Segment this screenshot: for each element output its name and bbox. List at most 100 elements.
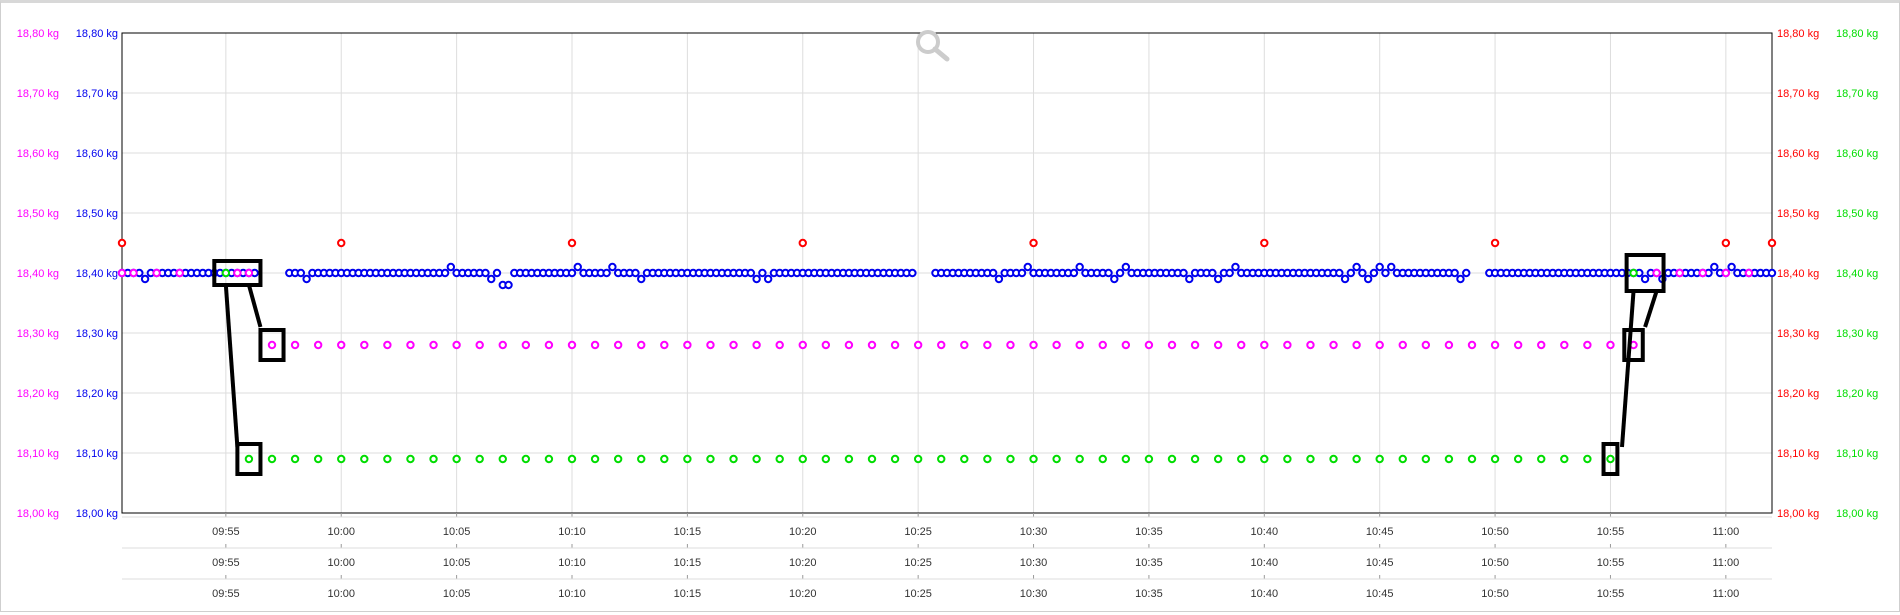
data-point (706, 454, 715, 464)
annotation-line (246, 284, 263, 328)
data-point (1606, 454, 1615, 464)
data-point (117, 238, 127, 248)
data-point (988, 268, 998, 278)
data-point (613, 454, 623, 464)
x-tick-label: 10:40 (1251, 557, 1279, 569)
data-point (913, 340, 923, 350)
y-tick-label: 18,10 kg (76, 448, 118, 460)
data-point (337, 340, 346, 350)
y-tick-label: 18,60 kg (76, 148, 118, 160)
data-point (1450, 268, 1459, 278)
data-point (1283, 340, 1292, 350)
data-point (446, 262, 456, 272)
data-point (1075, 262, 1084, 272)
y-tick-label: 18,80 kg (1836, 28, 1878, 40)
data-point (1283, 454, 1292, 464)
data-point (631, 268, 640, 278)
data-point (1490, 454, 1500, 464)
data-point (890, 340, 900, 350)
data-point (290, 340, 300, 350)
annotation-line (1620, 290, 1636, 448)
data-point (1462, 268, 1471, 278)
x-tick-label: 10:10 (558, 526, 586, 538)
x-tick-label: 10:30 (1020, 557, 1048, 569)
data-point (1537, 340, 1546, 350)
magnifier-icon[interactable] (916, 30, 950, 62)
x-tick-label: 09:55 (212, 526, 240, 538)
y-tick-label: 18,20 kg (1777, 388, 1819, 400)
x-tick-label: 10:20 (789, 557, 817, 569)
data-point (1335, 268, 1344, 278)
data-point (1444, 340, 1454, 350)
data-point (360, 454, 369, 464)
data-point (1398, 454, 1407, 464)
data-point (1387, 262, 1396, 272)
data-point (521, 340, 531, 350)
data-point (983, 340, 992, 350)
y-tick-label: 18,50 kg (1836, 208, 1878, 220)
weight-chart: 18,00 kg 18,00 kg 18,00 kg 18,00 kg 18,10 kg… (17, 28, 1878, 600)
data-point (908, 268, 917, 278)
data-point (1329, 340, 1338, 350)
data-point (602, 268, 611, 278)
data-point (763, 274, 773, 284)
data-point (1069, 268, 1079, 278)
data-point (1110, 274, 1119, 284)
y-tick-label: 18,30 kg (1777, 328, 1819, 340)
data-point (1306, 454, 1315, 464)
data-point (1167, 340, 1177, 350)
data-point (429, 454, 438, 464)
data-point (844, 454, 854, 464)
y-tick-label: 18,10 kg (1777, 448, 1819, 460)
data-point (960, 454, 969, 464)
y-tick-label: 18,30 kg (17, 328, 59, 340)
data-point (1185, 274, 1194, 284)
data-point (729, 454, 738, 464)
data-point (567, 268, 577, 278)
x-tick-label: 10:50 (1481, 526, 1509, 538)
data-point (1352, 340, 1361, 350)
data-point (1006, 340, 1015, 350)
data-point (1121, 454, 1131, 464)
data-point (567, 340, 577, 350)
data-point (360, 340, 369, 350)
data-point (1121, 262, 1131, 272)
data-point (1029, 454, 1038, 464)
data-point (1346, 268, 1356, 278)
data-point (1237, 340, 1246, 350)
data-point (1352, 454, 1361, 464)
x-tick-label: 10:55 (1597, 588, 1625, 600)
x-tick-label: 10:25 (904, 588, 932, 600)
data-point (1640, 274, 1650, 284)
data-point (752, 274, 761, 284)
x-tick-label: 10:30 (1020, 588, 1048, 600)
data-point (1421, 454, 1431, 464)
data-point (1029, 340, 1038, 350)
x-tick-label: 10:40 (1251, 526, 1279, 538)
data-point (1179, 268, 1188, 278)
data-point (1115, 268, 1125, 278)
y-tick-label: 18,60 kg (1836, 148, 1878, 160)
data-point (1121, 340, 1131, 350)
data-point (440, 268, 450, 278)
data-point (1190, 454, 1200, 464)
data-point (683, 340, 692, 350)
data-point (244, 268, 254, 278)
data-point (821, 340, 831, 350)
data-point (221, 268, 231, 278)
data-point (960, 340, 969, 350)
y-tick-label: 18,00 kg (1777, 508, 1819, 520)
data-point (1513, 340, 1523, 350)
data-point (1456, 274, 1465, 284)
y-tick-label: 18,20 kg (17, 388, 59, 400)
data-point (1306, 340, 1315, 350)
data-point (798, 454, 807, 464)
y-tick-label: 18,10 kg (17, 448, 59, 460)
y-tick-label: 18,40 kg (1836, 268, 1878, 280)
data-point (1375, 340, 1384, 350)
data-point (706, 340, 715, 350)
annotations (212, 253, 1666, 476)
data-point (1260, 454, 1269, 464)
data-point (1358, 268, 1367, 278)
data-point (1652, 268, 1661, 278)
